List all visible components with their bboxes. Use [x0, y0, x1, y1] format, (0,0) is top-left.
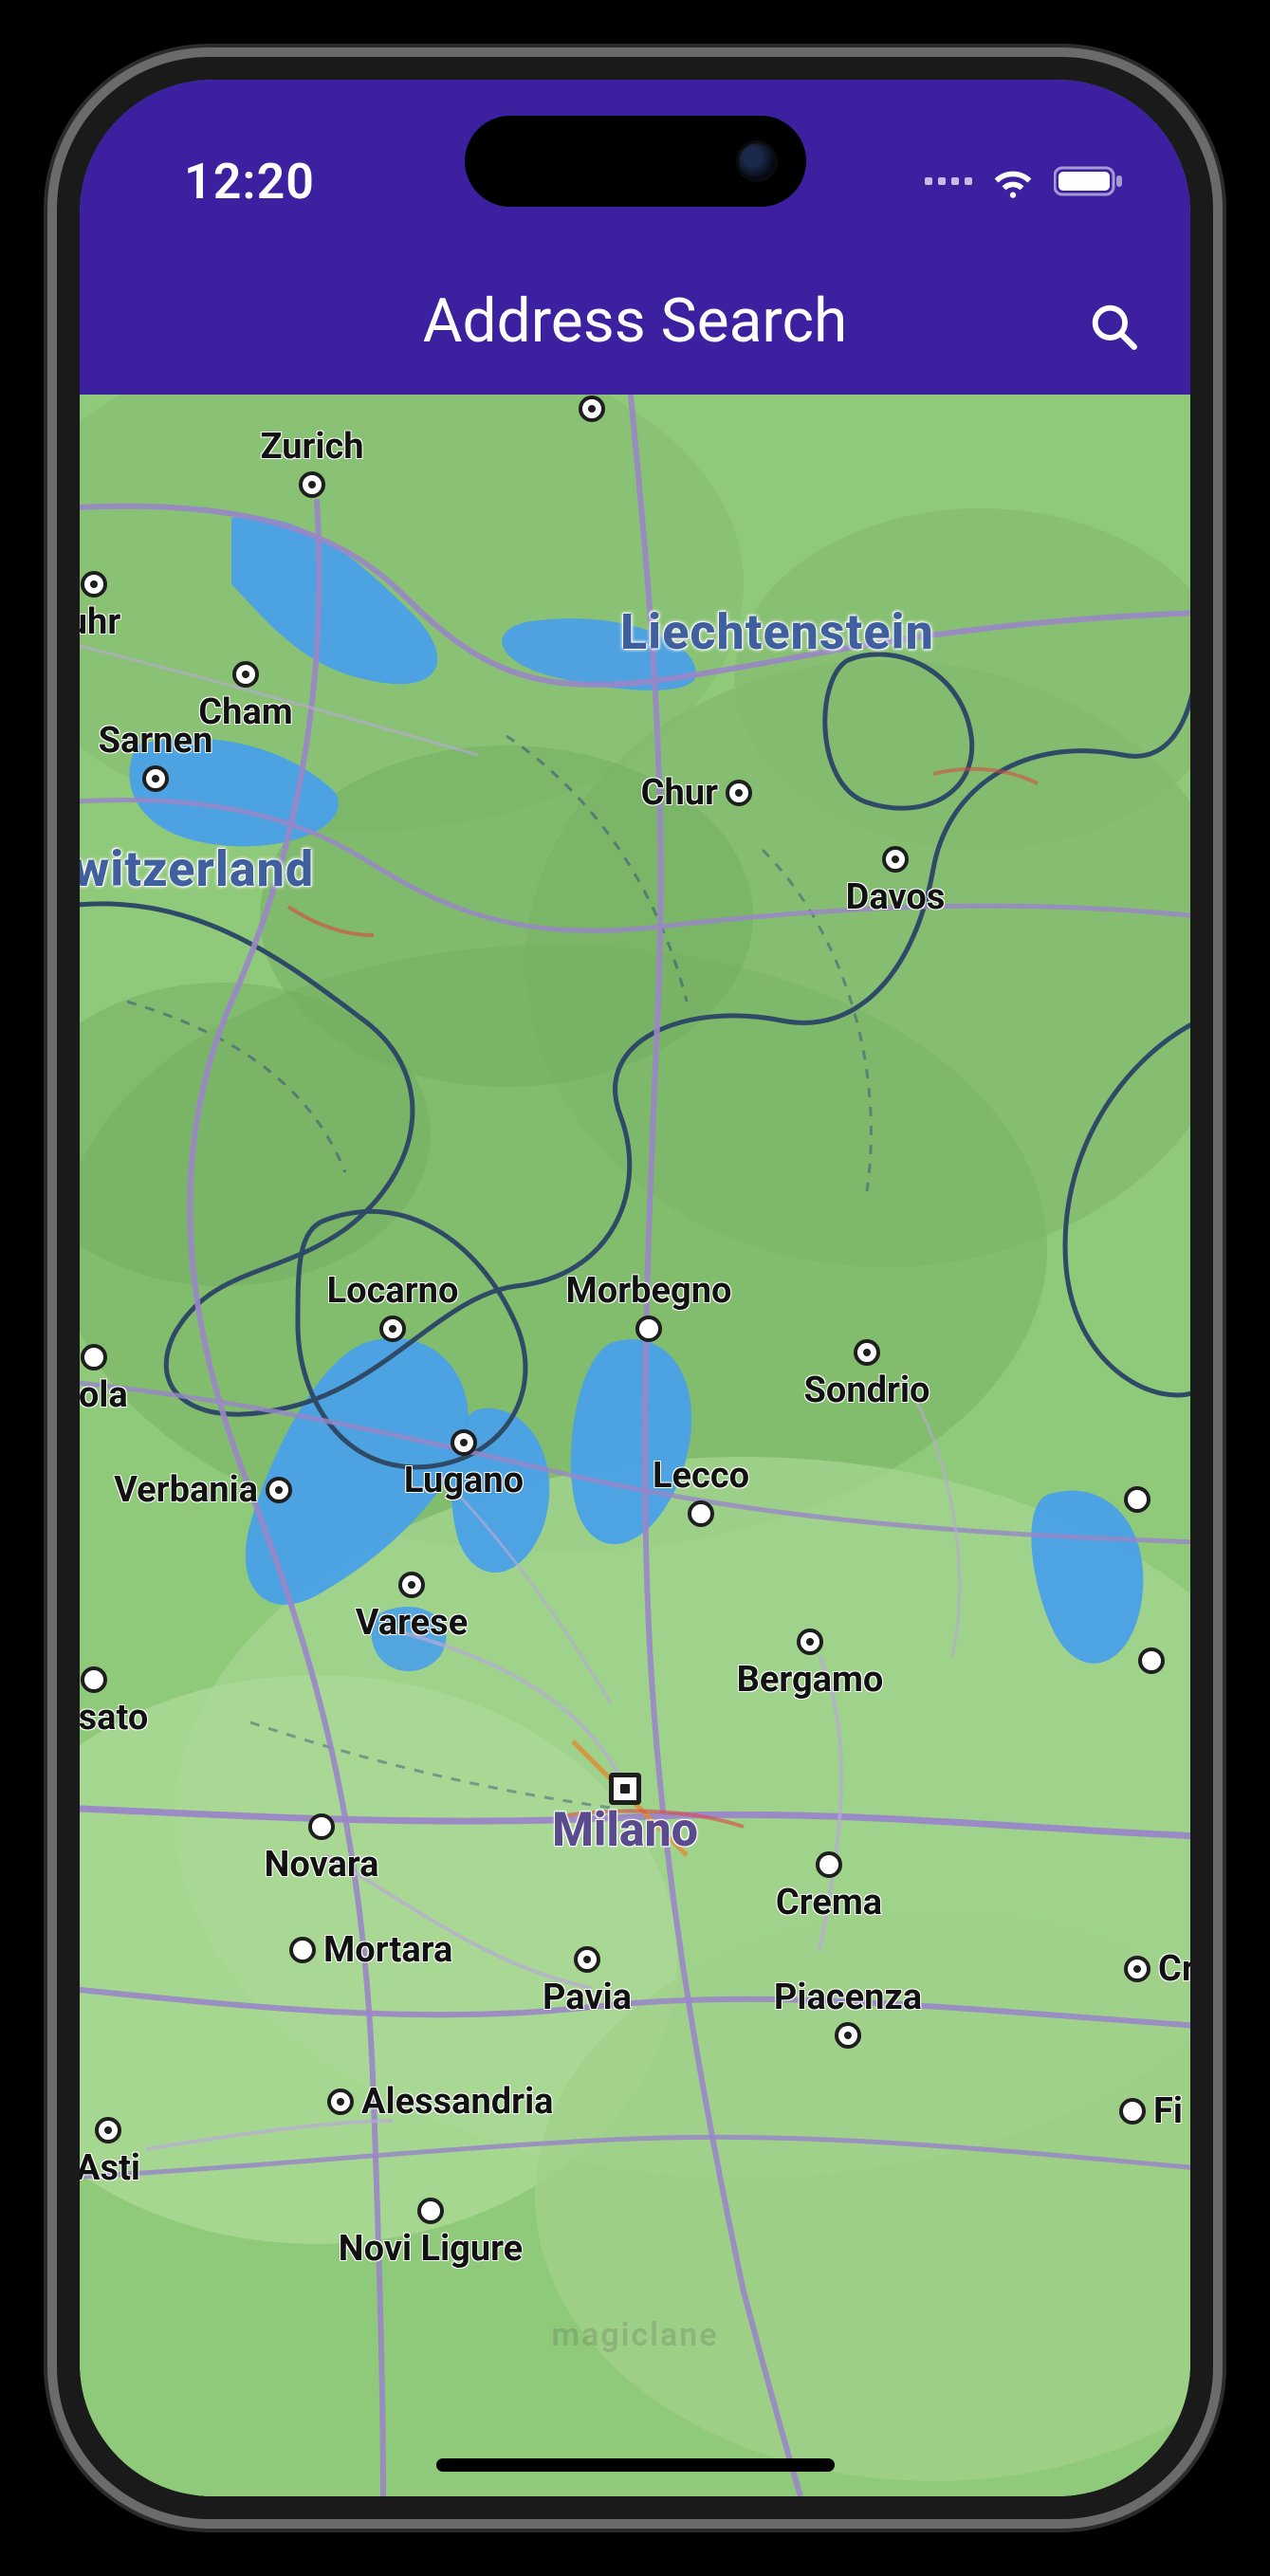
dynamic-island: [465, 116, 806, 207]
map-background: [80, 395, 1190, 2496]
battery-icon: [1054, 164, 1124, 198]
phone-frame: 12:20: [57, 57, 1213, 2519]
search-button[interactable]: [1080, 294, 1147, 360]
wifi-icon: [989, 163, 1037, 199]
map-view[interactable]: SwitzerlandLiechtenstein ZurichSt. Galle…: [80, 395, 1190, 2496]
screen: 12:20: [80, 80, 1190, 2496]
search-icon: [1086, 299, 1141, 357]
app-title: Address Search: [423, 285, 848, 357]
home-indicator[interactable]: [436, 2458, 835, 2472]
cellular-dots-icon: [925, 177, 972, 185]
status-indicators: [925, 163, 1124, 199]
camera-icon: [736, 140, 778, 182]
status-time: 12:20: [184, 153, 315, 211]
